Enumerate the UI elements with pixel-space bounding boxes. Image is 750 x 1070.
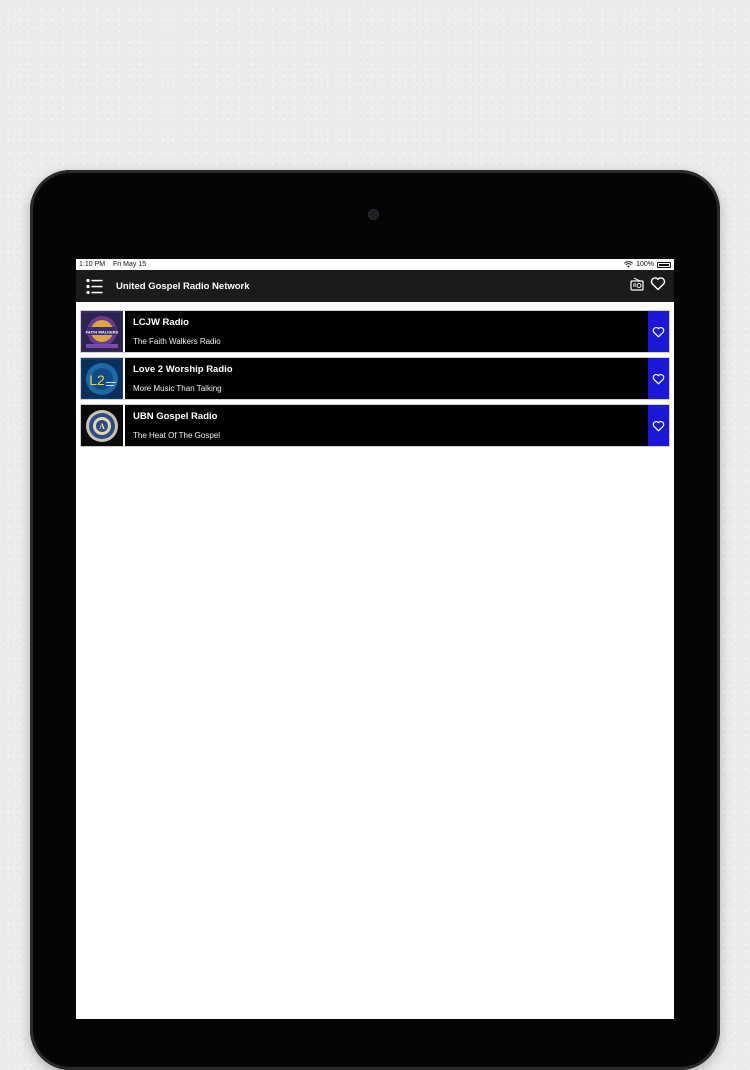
station-logo: FAITH WALKERS <box>81 311 125 352</box>
station-name: LCJW Radio <box>133 317 189 328</box>
list-icon[interactable] <box>84 276 104 296</box>
heart-icon <box>652 420 665 431</box>
logo-text: FAITH WALKERS <box>86 329 119 334</box>
station-tagline: More Music Than Talking <box>133 384 222 393</box>
status-date: Fri May 15 <box>113 261 147 268</box>
nav-actions <box>630 276 666 296</box>
wifi-icon <box>624 261 634 268</box>
battery-icon <box>657 261 671 268</box>
favorite-button[interactable] <box>648 311 669 352</box>
station-info: LCJW Radio The Faith Walkers Radio <box>125 311 648 352</box>
tablet-frame: 1:10 PM Fri May 15 100% United Gospel Ra… <box>30 170 720 1070</box>
heart-icon <box>652 326 665 337</box>
station-logo: L2 <box>81 358 125 399</box>
heart-icon <box>652 373 665 384</box>
logo-text: L2 <box>89 372 105 388</box>
page-title: United Gospel Radio Network <box>116 280 250 292</box>
station-logo: A <box>81 405 125 446</box>
station-row[interactable]: A UBN Gospel Radio The Heat Of The Gospe… <box>80 404 670 447</box>
logo-text: A <box>99 422 105 431</box>
station-name: Love 2 Worship Radio <box>133 364 233 375</box>
favorite-button[interactable] <box>648 358 669 399</box>
front-camera <box>368 209 379 220</box>
station-name: UBN Gospel Radio <box>133 411 218 422</box>
station-tagline: The Heat Of The Gospel <box>133 431 221 440</box>
status-right: 100% <box>624 261 671 268</box>
battery-percent: 100% <box>636 261 654 268</box>
station-info: UBN Gospel Radio The Heat Of The Gospel <box>125 405 648 446</box>
app-screen: 1:10 PM Fri May 15 100% United Gospel Ra… <box>76 259 674 1019</box>
status-bar: 1:10 PM Fri May 15 100% <box>76 259 674 270</box>
heart-icon[interactable] <box>650 276 666 296</box>
station-tagline: The Faith Walkers Radio <box>133 337 221 346</box>
station-row[interactable]: FAITH WALKERS LCJW Radio The Faith Walke… <box>80 310 670 353</box>
favorite-button[interactable] <box>648 405 669 446</box>
station-info: Love 2 Worship Radio More Music Than Tal… <box>125 358 648 399</box>
status-time: 1:10 PM <box>79 261 106 268</box>
nav-bar: United Gospel Radio Network <box>76 270 674 302</box>
status-left: 1:10 PM Fri May 15 <box>79 261 152 268</box>
radio-icon[interactable] <box>630 277 644 296</box>
station-row[interactable]: L2 Love 2 Worship Radio More Music Than … <box>80 357 670 400</box>
station-list: FAITH WALKERS LCJW Radio The Faith Walke… <box>76 302 674 447</box>
